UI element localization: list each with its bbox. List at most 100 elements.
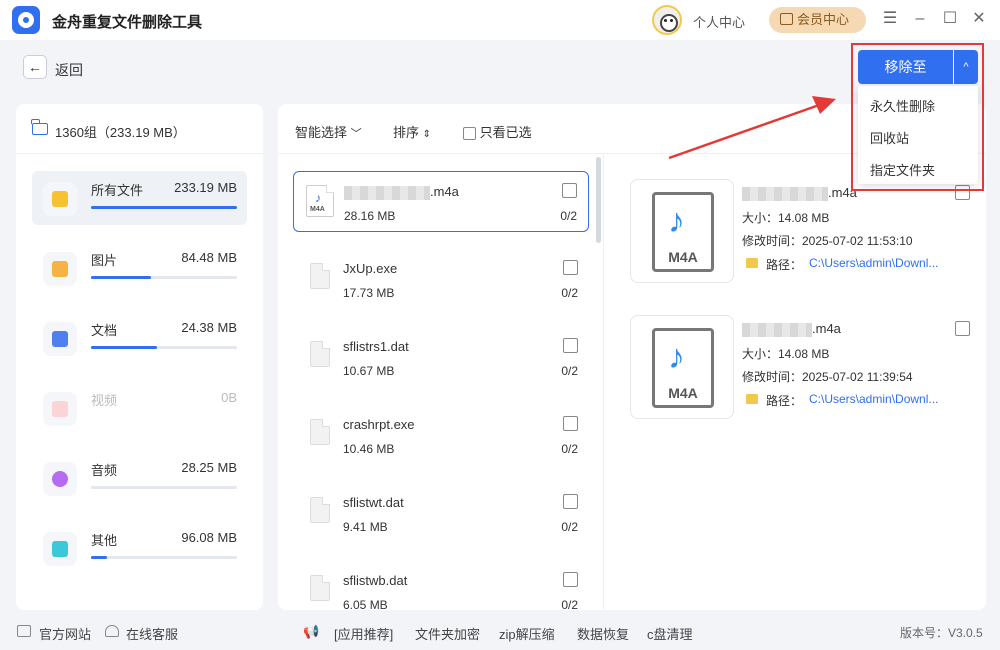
sort-icon: ⇕ [422,129,432,140]
duplicate-detail-card: ♪ M4A .m4a 大小：14.08 MB 修改时间：2025-07-02 1… [630,179,970,285]
file-row[interactable]: JxUp.exe 17.73 MB 0/2 [293,249,589,310]
category-panel: 1360组（233.19 MB） 所有文件 233.19 MB 图片 84.48… [16,104,263,610]
file-thumbnail[interactable]: ♪ M4A [630,315,734,419]
category-progress [91,276,237,279]
move-to-button[interactable]: 移除至 [858,50,953,84]
close-icon[interactable]: ✕ [970,10,988,28]
app-title: 金舟重复文件删除工具 [52,14,203,31]
title-bar: 金舟重复文件删除工具 个人中心 会员中心 ☰ – ☐ ✕ [0,0,1000,40]
move-to-menu: 永久性删除 回收站 指定文件夹 [858,86,978,184]
category-audio[interactable]: 音频 28.25 MB [32,451,247,505]
category-name: 图片 [91,253,118,268]
smart-select-label: 智能选择 [295,125,348,140]
detail-checkbox[interactable] [955,185,970,200]
file-checkbox[interactable] [562,183,577,198]
category-size: 0B [221,390,237,405]
category-videos[interactable]: 视频 0B [32,381,247,435]
user-center-link[interactable]: 个人中心 [693,12,745,31]
file-size: 6.05 MB [343,598,388,610]
audio-file-icon: ♪ M4A [652,192,714,272]
megaphone-icon: 📢 [303,624,320,639]
audio-file-icon: ♪ M4A [306,185,334,217]
official-site-link[interactable]: 官方网站 [39,624,91,643]
menu-item-specified-folder[interactable]: 指定文件夹 [870,160,935,179]
detail-path-link[interactable]: C:\Users\admin\Downl... [809,392,938,406]
file-icon [310,575,330,601]
online-service-link[interactable]: 在线客服 [126,624,178,643]
footer-bar: 官方网站 在线客服 📢 [应用推荐] 文件夹加密 zip解压缩 数据恢复 c盘清… [0,615,1000,650]
category-images[interactable]: 图片 84.48 MB [32,241,247,295]
file-count: 0/2 [561,286,578,300]
footer-link-data-recovery[interactable]: 数据恢复 [577,624,629,643]
image-icon [43,252,77,286]
file-list-scrollbar[interactable] [596,157,601,243]
file-name: sflistwt.dat [343,495,404,510]
file-row[interactable]: sflistrs1.dat 10.67 MB 0/2 [293,327,589,388]
chevron-up-icon[interactable]: ^ [954,50,978,84]
sort-dropdown[interactable]: 排序 ⇕ [393,122,431,141]
video-icon [43,392,77,426]
detail-modified-time: 修改时间：2025-07-02 11:53:10 [742,234,913,248]
category-documents[interactable]: 文档 24.38 MB [32,311,247,365]
file-name: sflistrs1.dat [343,339,409,354]
file-size: 10.67 MB [343,364,395,378]
group-summary: 1360组（233.19 MB） [16,104,263,154]
file-row[interactable]: sflistwt.dat 9.41 MB 0/2 [293,483,589,544]
menu-item-permanent-delete[interactable]: 永久性删除 [870,96,935,115]
detail-path-label: 路径： [766,394,803,408]
redacted-text [742,322,812,337]
detail-modified-time: 修改时间：2025-07-02 11:39:54 [742,370,913,384]
category-name: 文档 [91,323,118,338]
redacted-text [742,186,828,201]
menu-icon[interactable]: ☰ [881,10,899,28]
category-progress [91,346,237,349]
footer-link-c-drive-clean[interactable]: c盘清理 [647,624,693,643]
footer-link-zip[interactable]: zip解压缩 [499,624,555,643]
category-size: 233.19 MB [174,180,237,195]
category-size: 28.25 MB [181,460,237,475]
chevron-down-icon: ﹀ [350,128,362,140]
back-button[interactable]: ← [23,55,47,79]
category-size: 96.08 MB [181,530,237,545]
file-row[interactable]: ♪ M4A .m4a 28.16 MB 0/2 [293,171,589,232]
category-name: 视频 [91,393,118,408]
avatar[interactable] [652,5,682,35]
duplicate-detail-card: ♪ M4A .m4a 大小：14.08 MB 修改时间：2025-07-02 1… [630,315,970,421]
category-name: 所有文件 [91,183,144,198]
file-name: JxUp.exe [343,261,398,276]
file-checkbox[interactable] [563,494,578,509]
file-checkbox[interactable] [563,338,578,353]
file-name: sflistwb.dat [343,573,408,588]
file-checkbox[interactable] [563,416,578,431]
file-row[interactable]: sflistwb.dat 6.05 MB 0/2 [293,561,589,610]
file-row[interactable]: crashrpt.exe 10.46 MB 0/2 [293,405,589,466]
audio-file-icon: ♪ M4A [652,328,714,408]
file-thumbnail[interactable]: ♪ M4A [630,179,734,283]
only-checked-checkbox[interactable] [463,127,476,141]
minimize-icon[interactable]: – [911,10,929,28]
folder-icon [43,182,77,216]
detail-checkbox[interactable] [955,321,970,336]
only-checked-filter[interactable]: 只看已选 [463,122,532,141]
headset-icon [105,625,119,637]
category-other[interactable]: 其他 96.08 MB [32,521,247,575]
file-icon [310,419,330,445]
monitor-icon [17,625,31,637]
crown-icon [780,13,793,25]
category-progress [91,206,237,209]
maximize-icon[interactable]: ☐ [941,10,959,28]
vip-center-button[interactable]: 会员中心 [769,7,866,33]
detail-path-link[interactable]: C:\Users\admin\Downl... [809,256,938,270]
file-checkbox[interactable] [563,572,578,587]
version-label: 版本号：V3.0.5 [900,626,983,640]
smart-select-dropdown[interactable]: 智能选择 ﹀ [295,122,362,141]
detail-path-label: 路径： [766,258,803,272]
category-progress [91,556,237,559]
music-icon [43,462,77,496]
category-all-files[interactable]: 所有文件 233.19 MB [32,171,247,225]
folder-icon [31,119,48,135]
menu-item-recycle-bin[interactable]: 回收站 [870,128,909,147]
file-checkbox[interactable] [563,260,578,275]
footer-link-folder-encrypt[interactable]: 文件夹加密 [415,624,480,643]
back-label[interactable]: 返回 [55,60,83,80]
